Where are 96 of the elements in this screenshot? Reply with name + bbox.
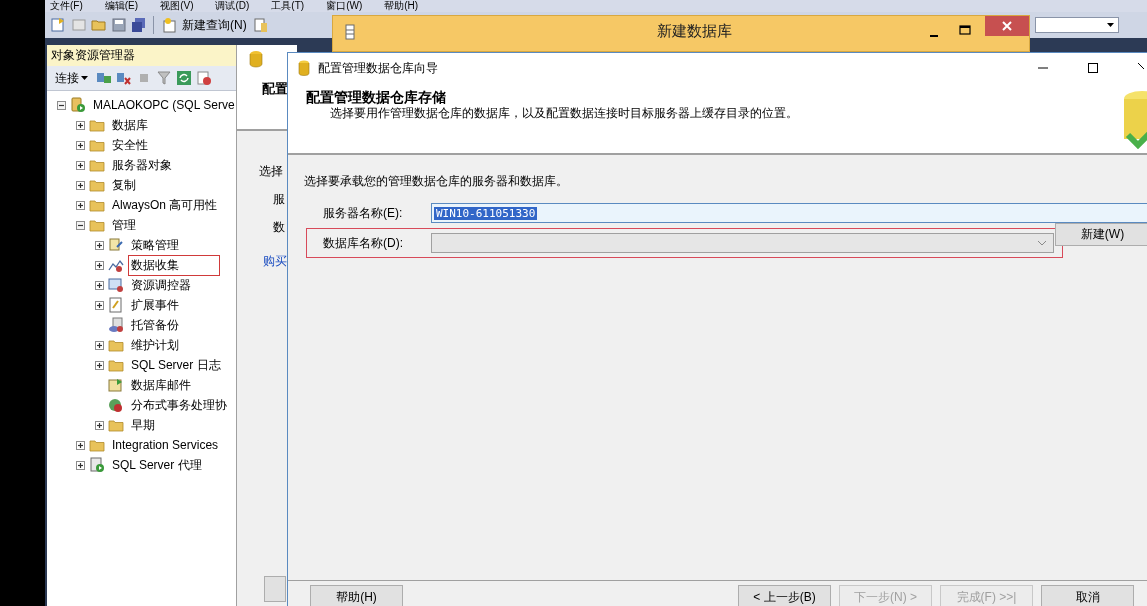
folder-icon [89, 437, 105, 453]
menu-item[interactable]: 调试(D) [215, 0, 250, 12]
field-label: 服务器名称(E): [322, 204, 404, 222]
folder-icon [89, 177, 105, 193]
expand-toggle[interactable] [76, 140, 85, 150]
tree-item[interactable]: 扩展事件 [128, 294, 182, 316]
page-description: 选择要用作管理数据仓库的数据库，以及配置数据连接时目标服务器上缓存目录的位置。 [329, 106, 798, 120]
dialog-text: 选择 [259, 163, 283, 180]
field-label: 数据库名称(D): [322, 234, 404, 252]
tree-item[interactable]: 安全性 [109, 134, 151, 156]
new-query-button[interactable]: 新建查询(N) [160, 16, 249, 34]
document-icon[interactable] [252, 17, 269, 33]
caret-icon [1107, 23, 1114, 27]
dialog-text: 服 [273, 191, 285, 208]
agent-icon [89, 457, 105, 473]
menu-item[interactable]: 文件(F) [50, 0, 83, 12]
tree-item[interactable]: 策略管理 [128, 234, 182, 256]
refresh-icon[interactable] [176, 70, 192, 86]
expand-toggle[interactable] [76, 120, 85, 130]
save-icon[interactable] [111, 17, 127, 33]
folder-icon [108, 357, 124, 373]
tree-item[interactable]: 服务器对象 [109, 154, 175, 176]
tree-item[interactable]: 管理 [109, 214, 139, 236]
expand-toggle[interactable] [95, 260, 104, 270]
tree-item[interactable]: 托管备份 [128, 314, 182, 336]
collapse-toggle[interactable] [57, 100, 66, 110]
tree-item[interactable]: 复制 [109, 174, 139, 196]
dialog-heading: 配置 [262, 80, 288, 98]
tree-item[interactable]: 早期 [128, 414, 158, 436]
activity-icon[interactable] [196, 70, 212, 86]
disconnect-icon[interactable] [116, 70, 132, 86]
tree-item[interactable]: MALAOKOPC (SQL Serve [90, 96, 236, 114]
backup-icon [108, 317, 124, 333]
expand-toggle[interactable] [76, 440, 85, 450]
tree-item[interactable]: 数据库邮件 [128, 374, 194, 396]
link[interactable]: 购买 [263, 253, 287, 270]
connect-button[interactable]: 连接 [51, 69, 92, 87]
folder-icon [108, 337, 124, 353]
tree-item[interactable]: 维护计划 [128, 334, 182, 356]
save-all-icon[interactable] [131, 17, 147, 33]
expand-toggle[interactable] [76, 200, 85, 210]
new-query-icon [162, 17, 178, 33]
dialog-text: 数 [273, 219, 285, 236]
maximize-icon[interactable] [959, 25, 971, 35]
folder-icon [89, 157, 105, 173]
tree-item[interactable]: 数据库 [109, 114, 151, 136]
expand-toggle[interactable] [76, 160, 85, 170]
expand-toggle[interactable] [76, 460, 85, 470]
expand-toggle[interactable] [95, 340, 104, 350]
menu-item[interactable]: 工具(T) [271, 0, 305, 12]
tree-item[interactable]: AlwaysOn 高可用性 [109, 194, 221, 216]
expand-toggle[interactable] [95, 280, 104, 290]
tree-item[interactable]: 分布式事务处理协 [128, 394, 230, 416]
chevron-down-icon [1037, 240, 1047, 246]
expand-toggle[interactable] [95, 240, 104, 250]
menu-item[interactable]: 窗口(W) [326, 0, 363, 12]
coordinator-icon [108, 397, 124, 413]
tree-item[interactable]: 数据收集 [128, 254, 220, 276]
panel-title: 对象资源管理器 [47, 45, 236, 66]
window-title: 新建数据库 [657, 22, 732, 41]
expand-toggle[interactable] [95, 300, 104, 310]
close-button[interactable] [985, 16, 1029, 36]
maximize-icon[interactable] [1088, 63, 1098, 73]
tree-item[interactable]: SQL Server 日志 [128, 354, 224, 376]
folder-icon [89, 137, 105, 153]
scroll-icon [108, 237, 124, 253]
server-icon [70, 97, 86, 113]
page-heading: 配置管理数据仓库存储 [306, 89, 447, 106]
wizard-button[interactable]: 取消 [1041, 585, 1134, 606]
tree-item[interactable]: Integration Services [109, 436, 222, 454]
monitor-icon [108, 277, 124, 293]
wizard-button[interactable]: < 上一步(B) [738, 585, 831, 606]
connect-icon[interactable] [96, 70, 112, 86]
folder-icon [89, 217, 105, 233]
menu-item[interactable]: 帮助(H) [384, 0, 419, 12]
folder-icon [89, 117, 105, 133]
menu-item[interactable]: 编辑(E) [104, 0, 139, 12]
new-button[interactable]: 新建(W) [1055, 223, 1147, 246]
window-title: 配置管理数据仓库向导 [318, 59, 438, 77]
document-icon [108, 297, 124, 313]
collapse-toggle[interactable] [76, 220, 85, 230]
mail-icon [108, 377, 124, 393]
tree-item[interactable]: SQL Server 代理 [109, 454, 205, 476]
instruction-text: 选择要承载您的管理数据仓库的服务器和数据库。 [304, 173, 569, 190]
help-button[interactable]: 帮助(H) [310, 585, 403, 606]
new-project-icon[interactable] [51, 17, 67, 33]
toolbar-dropdown[interactable] [1035, 17, 1119, 33]
expand-toggle[interactable] [95, 420, 104, 430]
caret-icon [81, 76, 88, 80]
folder-icon [89, 197, 105, 213]
menu-item[interactable]: 视图(V) [160, 0, 194, 12]
tree-item[interactable]: 资源调控器 [128, 274, 194, 296]
folder-icon [108, 417, 124, 433]
input-field[interactable]: WIN10-611051330 [431, 203, 1147, 223]
expand-toggle[interactable] [76, 180, 85, 190]
expand-toggle[interactable] [95, 360, 104, 370]
